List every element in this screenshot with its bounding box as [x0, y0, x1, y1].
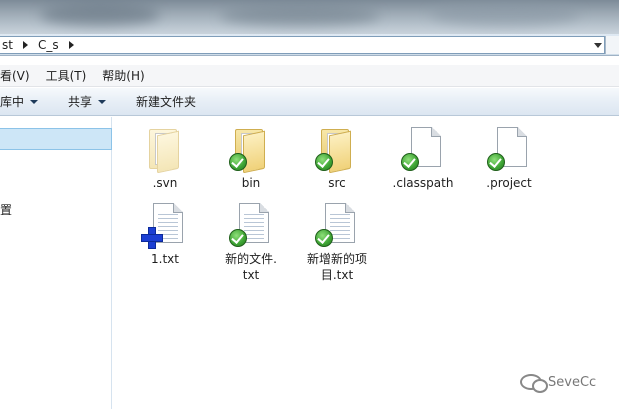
file-name: .classpath — [392, 176, 454, 190]
command-bar: 库中 共享 新建文件夹 — [0, 88, 619, 116]
new-folder-label: 新建文件夹 — [136, 95, 197, 109]
svn-normal-badge-icon — [401, 153, 419, 171]
new-folder-button[interactable]: 新建文件夹 — [116, 88, 206, 115]
include-in-library-button[interactable]: 库中 — [0, 88, 48, 115]
menu-tools[interactable]: 工具(T) — [38, 67, 95, 84]
address-refresh-button[interactable] — [605, 36, 619, 54]
menu-bar: 看(V) 工具(T) 帮助(H) — [0, 65, 619, 87]
share-button[interactable]: 共享 — [48, 88, 116, 115]
address-field[interactable]: st C_s — [0, 36, 605, 54]
svn-folder-icon — [141, 125, 189, 174]
breadcrumb-arrow-icon[interactable] — [68, 41, 74, 49]
file-name: src — [328, 176, 346, 190]
file-item-new-file-txt[interactable]: 新的文件. txt — [211, 201, 291, 283]
file-name: .project — [486, 176, 532, 190]
chevron-down-icon — [98, 99, 107, 104]
file-name: .svn — [152, 176, 178, 190]
file-item-src[interactable]: src — [297, 125, 377, 191]
menu-help[interactable]: 帮助(H) — [94, 67, 152, 84]
breadcrumb-item[interactable]: st — [0, 38, 15, 52]
share-label: 共享 — [68, 95, 93, 109]
library-label: 库中 — [0, 95, 25, 109]
versioned-file-icon — [485, 125, 533, 173]
nav-item-selected[interactable] — [0, 128, 112, 150]
versioned-folder-icon — [313, 125, 361, 174]
address-bar: st C_s — [0, 34, 619, 56]
watermark: SeveCc — [520, 374, 597, 393]
navigation-pane: 置 — [0, 117, 112, 409]
versioned-text-file-icon — [227, 201, 275, 249]
file-name: bin — [241, 176, 261, 190]
chevron-down-icon — [30, 99, 39, 104]
svn-normal-badge-icon — [315, 153, 333, 171]
svn-normal-badge-icon — [487, 153, 505, 171]
file-item-bin[interactable]: bin — [211, 125, 291, 191]
wechat-icon — [520, 374, 548, 393]
file-list: .svn bin src .classpath .project 1.txt 新… — [113, 117, 619, 409]
breadcrumb-item[interactable]: C_s — [36, 38, 61, 52]
address-dropdown-icon[interactable] — [594, 43, 602, 48]
versioned-folder-icon — [227, 125, 275, 174]
file-name: 1.txt — [151, 252, 179, 266]
file-item-svn[interactable]: .svn — [125, 125, 205, 191]
menu-view[interactable]: 看(V) — [0, 67, 38, 84]
svn-normal-badge-icon — [315, 229, 333, 247]
added-text-file-icon — [141, 201, 189, 249]
versioned-text-file-icon — [313, 201, 361, 249]
svn-normal-badge-icon — [229, 229, 247, 247]
file-item-classpath[interactable]: .classpath — [383, 125, 463, 191]
file-item-project[interactable]: .project — [469, 125, 549, 191]
nav-item-label[interactable]: 置 — [0, 201, 12, 218]
file-name: 新的文件. txt — [225, 252, 277, 282]
file-item-1-txt[interactable]: 1.txt — [125, 201, 205, 267]
breadcrumb-arrow-icon[interactable] — [22, 41, 28, 49]
title-bar — [0, 0, 619, 34]
file-name: 新增新的项 目.txt — [306, 252, 367, 282]
svn-added-badge-icon — [141, 227, 163, 249]
versioned-file-icon — [399, 125, 447, 173]
explorer-window: st C_s 看(V) 工具(T) 帮助(H) 库中 共享 新建文件夹 置 .s… — [0, 0, 619, 409]
watermark-text: SeveCc — [548, 374, 597, 390]
file-item-new-project-txt[interactable]: 新增新的项 目.txt — [297, 201, 377, 283]
svn-normal-badge-icon — [229, 153, 247, 171]
